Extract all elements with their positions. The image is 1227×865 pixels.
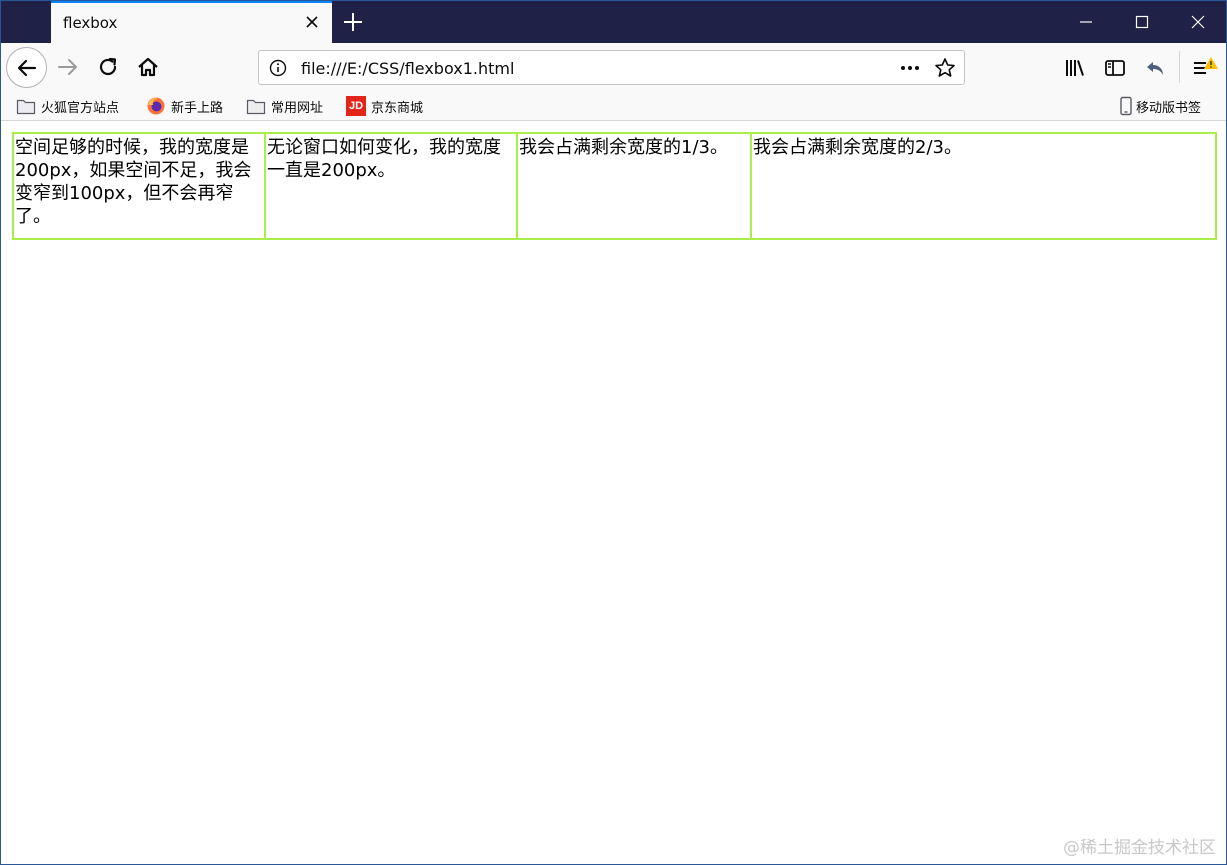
hamburger-menu-icon[interactable] [1191, 56, 1218, 80]
mobile-phone-icon [1120, 96, 1132, 116]
bookmark-label: 新手上路 [171, 101, 224, 116]
url-text[interactable]: file:///E:/CSS/flexbox1.html [301, 59, 514, 78]
tab-flexbox[interactable]: flexbox [51, 1, 332, 43]
new-tab-icon[interactable] [341, 10, 365, 34]
page-info-icon[interactable] [269, 59, 287, 77]
flex-item-4: 我会占满剩余宽度的2/3。 [753, 137, 962, 158]
close-window-button[interactable] [1170, 1, 1226, 43]
back-button[interactable] [6, 47, 47, 88]
page-content: 空间足够的时候，我的宽度是200px，如果空间不足，我会变窄到100px，但不会… [1, 122, 1226, 864]
library-icon[interactable] [1063, 56, 1087, 80]
tab-bar: flexbox [1, 1, 1226, 43]
flex-item-3: 我会占满剩余宽度的1/3。 [518, 134, 752, 238]
mobile-bookmarks-label: 移动版书签 [1136, 101, 1202, 116]
firefox-icon [147, 97, 165, 115]
folder-icon [246, 99, 266, 115]
browser-window: flexbox file:///E:/CSS/flexbox1.html 火狐官… [0, 0, 1227, 865]
navigation-toolbar: file:///E:/CSS/flexbox1.html [1, 43, 1226, 91]
tab-close-icon[interactable] [302, 12, 322, 32]
flex-container: 空间足够的时候，我的宽度是200px，如果空间不足，我会变窄到100px，但不会… [12, 132, 1217, 240]
minimize-button[interactable] [1058, 1, 1114, 43]
jd-icon: JD [346, 96, 366, 116]
undo-close-tab-icon[interactable] [1143, 56, 1167, 80]
folder-icon [16, 99, 36, 115]
bookmarks-toolbar: 火狐官方站点 新手上路 常用网址 JD 京东商城 移动版书签 [1, 91, 1226, 121]
bookmark-label: 常用网址 [271, 101, 324, 116]
toolbar-separator [1179, 51, 1180, 83]
url-bar[interactable]: file:///E:/CSS/flexbox1.html [258, 50, 965, 85]
forward-arrow-icon[interactable] [56, 55, 80, 79]
page-actions-more-icon[interactable] [899, 58, 921, 78]
tab-title: flexbox [63, 14, 118, 32]
maximize-button[interactable] [1114, 1, 1170, 43]
bookmark-label: 火狐官方站点 [41, 101, 120, 116]
bookmark-star-icon[interactable] [934, 57, 956, 79]
back-arrow-icon [17, 59, 37, 77]
home-icon[interactable] [136, 55, 160, 79]
flex-item-2: 无论窗口如何变化，我的宽度一直是200px。 [266, 134, 518, 238]
reload-icon[interactable] [96, 55, 120, 79]
sidebar-icon[interactable] [1103, 56, 1127, 80]
bookmark-label: 京东商城 [371, 101, 424, 116]
flex-item-1: 空间足够的时候，我的宽度是200px，如果空间不足，我会变窄到100px，但不会… [14, 134, 266, 238]
watermark: @稀土掘金技术社区 [1063, 838, 1216, 858]
